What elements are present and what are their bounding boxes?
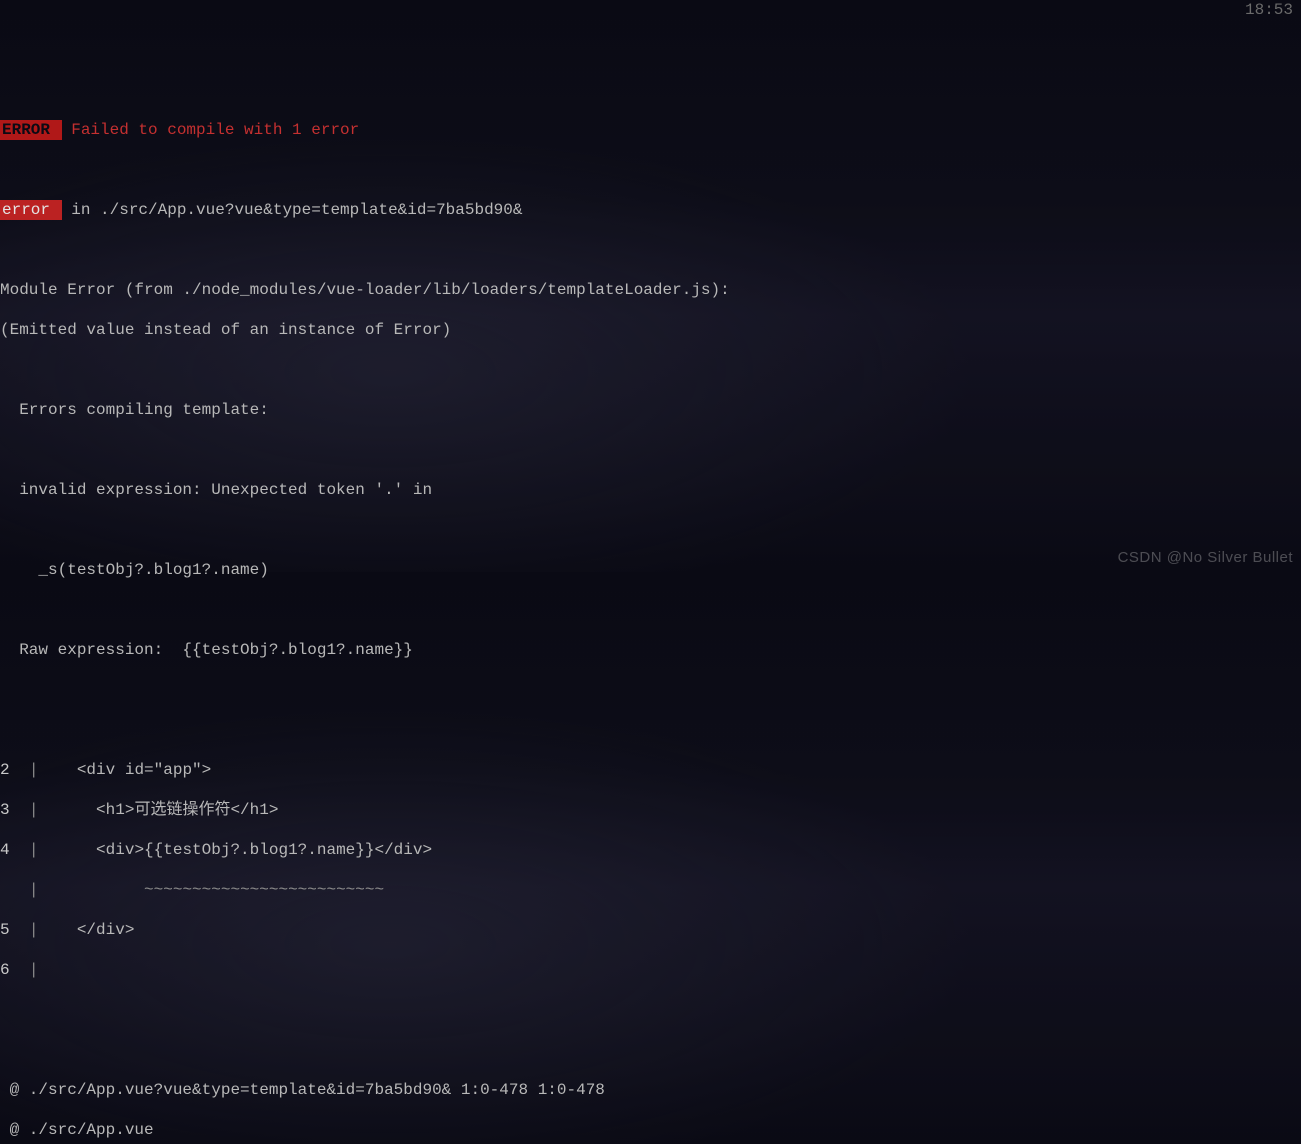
- gutter-num: 6: [0, 961, 10, 979]
- gutter-pipe: |: [29, 761, 39, 779]
- gutter-pipe: |: [29, 961, 39, 979]
- code-line: </div>: [58, 921, 135, 939]
- gutter-pipe: |: [29, 801, 39, 819]
- sub-error-location: in ./src/App.vue?vue&type=template&id=7b…: [62, 201, 523, 219]
- watermark: CSDN @No Silver Bullet: [1118, 548, 1293, 568]
- timestamp: 18:53: [1245, 0, 1293, 20]
- sub-error-badge: error: [0, 200, 62, 220]
- gutter-num: 4: [0, 841, 10, 859]
- gutter-pipe: |: [29, 881, 39, 899]
- module-error-line2: (Emitted value instead of an instance of…: [0, 320, 1301, 340]
- code-line: <div id="app">: [58, 761, 212, 779]
- gutter-num: 2: [0, 761, 10, 779]
- raw-expression: Raw expression: {{testObj?.blog1?.name}}: [0, 640, 1301, 660]
- error-badge: ERROR: [0, 120, 62, 140]
- header-message: Failed to compile with 1 error: [62, 121, 360, 139]
- errors-heading: Errors compiling template:: [0, 400, 1301, 420]
- code-line: <div>{{testObj?.blog1?.name}}</div>: [58, 841, 432, 859]
- gutter-num: 3: [0, 801, 10, 819]
- code-line: <h1>可选链操作符</h1>: [58, 801, 279, 819]
- expression-body: _s(testObj?.blog1?.name): [0, 560, 1301, 580]
- gutter-pipe: |: [29, 921, 39, 939]
- gutter-num: [0, 881, 10, 899]
- gutter-pipe: |: [29, 841, 39, 859]
- stack-line: @ ./src/App.vue: [0, 1120, 1301, 1140]
- underline-marker: ~~~~~~~~~~~~~~~~~~~~~~~~~: [144, 881, 384, 899]
- invalid-expression: invalid expression: Unexpected token '.'…: [0, 480, 1301, 500]
- module-error-line1: Module Error (from ./node_modules/vue-lo…: [0, 280, 1301, 300]
- gutter-num: 5: [0, 921, 10, 939]
- stack-line: @ ./src/App.vue?vue&type=template&id=7ba…: [0, 1080, 1301, 1100]
